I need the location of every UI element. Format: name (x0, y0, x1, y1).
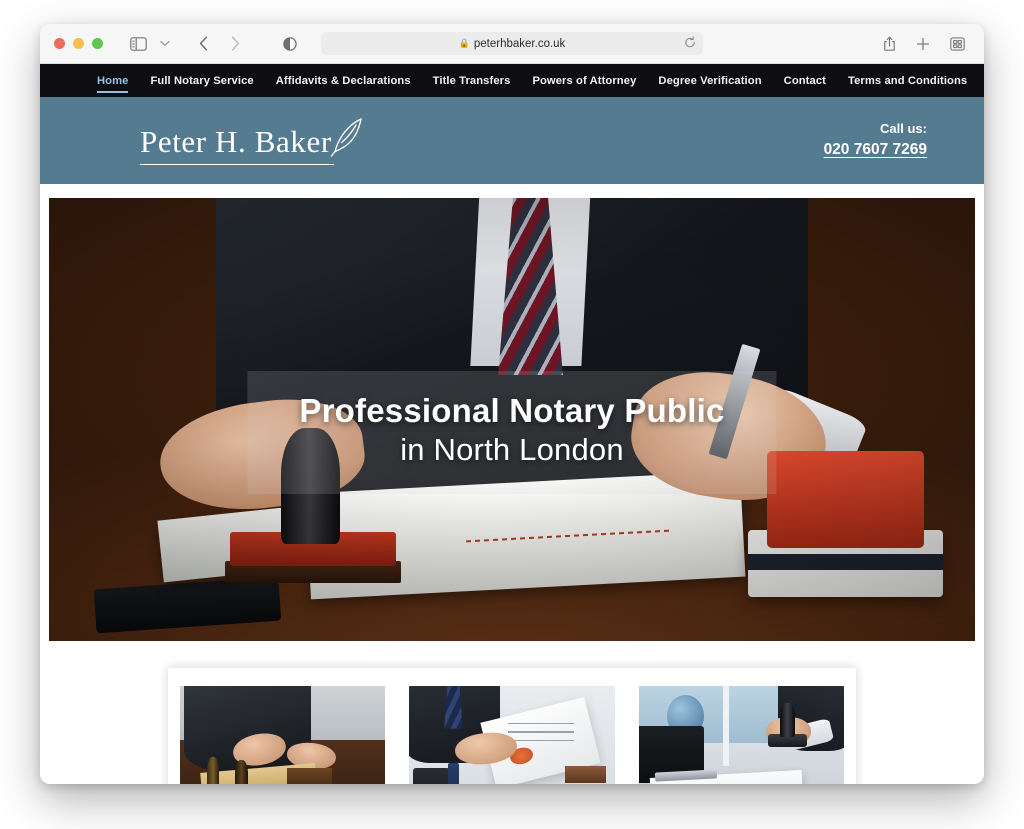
nav-item-title-transfers[interactable]: Title Transfers (433, 71, 511, 90)
nav-item-terms-and-conditions[interactable]: Terms and Conditions (848, 71, 967, 90)
feature-card-image-1 (180, 686, 386, 784)
share-icon[interactable] (876, 32, 902, 56)
quill-pen-icon (330, 116, 364, 163)
browser-window: 🔒 peterhbaker.co.uk Home Full Notary Ser… (40, 24, 984, 784)
nav-item-degree-verification[interactable]: Degree Verification (658, 71, 761, 90)
navigation-arrows (190, 32, 248, 56)
site-header: Peter H. Baker Call us: 020 7607 7269 (40, 97, 984, 184)
feature-card-image-3 (638, 686, 844, 784)
site-navigation: Home Full Notary Service Affidavits & De… (40, 64, 984, 97)
window-controls (54, 38, 103, 49)
privacy-report-icon[interactable] (279, 33, 301, 55)
nav-item-powers-of-attorney[interactable]: Powers of Attorney (532, 71, 636, 90)
tab-overview-icon[interactable] (944, 32, 970, 56)
forward-button[interactable] (222, 32, 248, 56)
hero-text-overlay: Professional Notary Public in North Lond… (247, 370, 777, 494)
feature-cards-container: Accredited services (168, 668, 856, 784)
new-tab-button[interactable] (910, 32, 936, 56)
feature-card-tailored-to-you[interactable]: Tailored to you (397, 686, 626, 784)
toolbar-left-group (125, 32, 178, 56)
hero-banner: Professional Notary Public in North Lond… (49, 198, 975, 641)
logo-text: Peter H. Baker (140, 126, 334, 165)
nav-item-affidavits-declarations[interactable]: Affidavits & Declarations (276, 71, 411, 90)
call-us-label: Call us: (880, 120, 927, 136)
minimize-window-button[interactable] (73, 38, 84, 49)
feature-card-highly-recommended[interactable]: Highly recommended (627, 686, 856, 784)
feature-card-accredited-services[interactable]: Accredited services (168, 686, 397, 784)
back-button[interactable] (190, 32, 216, 56)
browser-toolbar: 🔒 peterhbaker.co.uk (40, 24, 984, 64)
maximize-window-button[interactable] (92, 38, 103, 49)
url-text: peterhbaker.co.uk (473, 37, 566, 50)
hero-heading-secondary: in North London (400, 432, 624, 468)
feature-cards-section: Accredited services (40, 668, 984, 784)
close-window-button[interactable] (54, 38, 65, 49)
feature-card-image-2 (409, 686, 615, 784)
sidebar-icon[interactable] (125, 32, 151, 56)
hero-heading-primary: Professional Notary Public (299, 391, 725, 429)
phone-number-link[interactable]: 020 7607 7269 (824, 139, 927, 161)
lock-icon: 🔒 (458, 38, 470, 48)
contact-block: Call us: 020 7607 7269 (824, 120, 927, 161)
address-bar-area: 🔒 peterhbaker.co.uk (283, 32, 703, 55)
reload-icon[interactable] (684, 36, 696, 51)
toolbar-right-group (876, 32, 970, 56)
nav-item-contact[interactable]: Contact (784, 71, 826, 90)
chevron-down-icon[interactable] (152, 32, 178, 56)
page-viewport: Home Full Notary Service Affidavits & De… (40, 64, 984, 784)
url-display: 🔒 peterhbaker.co.uk (459, 38, 566, 50)
nav-item-full-notary-service[interactable]: Full Notary Service (150, 71, 253, 90)
nav-item-home[interactable]: Home (97, 71, 129, 93)
site-logo[interactable]: Peter H. Baker (140, 116, 364, 165)
address-bar[interactable]: 🔒 peterhbaker.co.uk (321, 32, 703, 55)
